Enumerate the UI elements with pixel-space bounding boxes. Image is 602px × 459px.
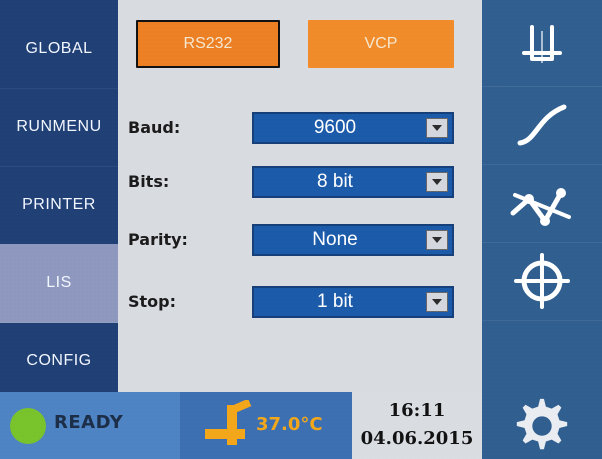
graph-icon — [510, 188, 571, 226]
stop-value: 1 bit — [317, 291, 353, 312]
baud-label: Baud: — [128, 118, 181, 137]
chevron-down-icon — [432, 179, 442, 185]
ready-indicator — [10, 408, 46, 444]
nav-item-global[interactable]: GLOBAL — [0, 10, 118, 89]
baud-value: 9600 — [313, 117, 357, 138]
settings-button[interactable] — [482, 392, 602, 459]
gear-icon — [516, 398, 568, 449]
nav-label: RUNMENU — [16, 118, 102, 135]
tool-cuvette[interactable] — [482, 8, 602, 87]
ready-text: READY — [54, 412, 124, 433]
cuvette-icon — [522, 25, 562, 63]
bits-dropdown[interactable]: 8 bit — [252, 166, 454, 198]
time: 16:11 — [388, 400, 446, 421]
nav-label: GLOBAL — [25, 40, 93, 57]
right-toolbar — [482, 0, 602, 399]
tool-curve[interactable] — [482, 86, 602, 165]
nav-item-runmenu[interactable]: RUNMENU — [0, 88, 118, 167]
nav-item-lis[interactable]: LIS — [0, 244, 118, 323]
nav-label: PRINTER — [22, 196, 96, 213]
thermometer-icon — [205, 400, 252, 445]
baud-dropdown-arrow[interactable] — [426, 118, 448, 138]
bits-dropdown-arrow[interactable] — [426, 172, 448, 192]
parity-label: Parity: — [128, 230, 188, 249]
temperature-value: 37.0°C — [256, 414, 323, 435]
nav-label: LIS — [46, 274, 72, 291]
bits-value: 8 bit — [317, 171, 353, 192]
datetime-area: 16:11 04.06.2015 — [352, 392, 482, 459]
vcp-mode-button[interactable]: VCP — [308, 20, 454, 68]
parity-dropdown-arrow[interactable] — [426, 230, 448, 250]
bits-label: Bits: — [128, 172, 170, 191]
baud-dropdown[interactable]: 9600 — [252, 112, 454, 144]
chevron-down-icon — [432, 299, 442, 305]
chevron-down-icon — [432, 125, 442, 131]
nav-label: CONFIG — [26, 352, 92, 369]
nav-item-printer[interactable]: PRINTER — [0, 166, 118, 245]
crosshair-icon — [514, 253, 570, 309]
tool-spacer — [482, 320, 602, 399]
stop-dropdown[interactable]: 1 bit — [252, 286, 454, 318]
stop-dropdown-arrow[interactable] — [426, 292, 448, 312]
chevron-down-icon — [432, 237, 442, 243]
device-screen: GLOBAL RUNMENU PRINTER LIS CONFIG RS232 … — [0, 0, 602, 459]
vcp-label: VCP — [364, 35, 398, 52]
rs232-mode-button[interactable]: RS232 — [136, 20, 280, 68]
stop-label: Stop: — [128, 292, 177, 311]
date: 04.06.2015 — [360, 428, 474, 449]
parity-value: None — [312, 229, 358, 250]
tool-crosshair[interactable] — [482, 242, 602, 321]
curve-icon — [517, 104, 567, 146]
left-navigation: GLOBAL RUNMENU PRINTER LIS CONFIG — [0, 0, 118, 401]
status-bar: READY 37.0°C 16:11 04.06.2015 — [0, 392, 602, 459]
tool-graph[interactable] — [482, 164, 602, 243]
nav-item-config[interactable]: CONFIG — [0, 322, 118, 401]
rs232-label: RS232 — [183, 35, 233, 52]
ready-area: READY — [0, 392, 180, 459]
temperature-area: 37.0°C — [180, 392, 352, 459]
parity-dropdown[interactable]: None — [252, 224, 454, 256]
settings-panel: RS232 VCP Baud: 9600 Bits: 8 bit Parity: — [118, 0, 482, 392]
